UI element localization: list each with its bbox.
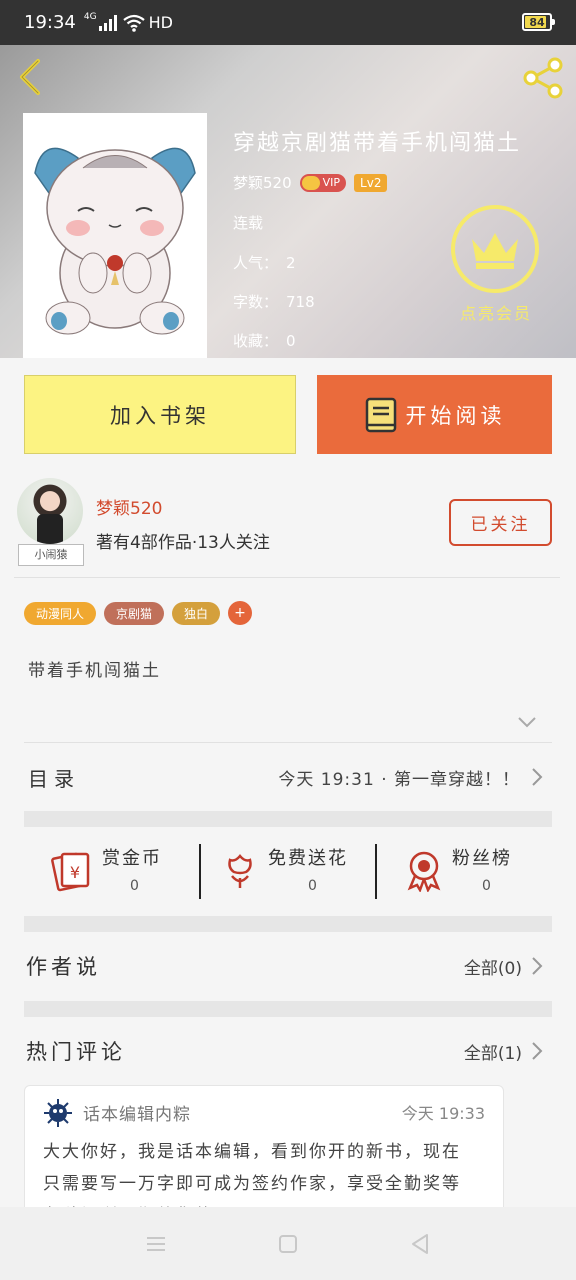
- battery-level: 84: [529, 15, 545, 29]
- system-nav-bar: [0, 1207, 576, 1280]
- avatar[interactable]: [17, 478, 83, 544]
- cat-illustration: [34, 147, 196, 335]
- add-tag-button[interactable]: +: [228, 601, 253, 625]
- hot-comments-all[interactable]: 全部(1): [464, 1039, 522, 1064]
- menu-button[interactable]: [136, 1224, 176, 1264]
- word-count-value: 718: [286, 293, 315, 311]
- start-reading-label: 开始阅读: [405, 403, 506, 428]
- chevron-right-icon: [532, 1042, 543, 1060]
- vip-label: VIP: [322, 176, 341, 189]
- author-says-row[interactable]: 作者说 全部(0): [24, 936, 552, 996]
- medal-icon: [407, 851, 441, 892]
- section-separator: [24, 916, 552, 932]
- free-flowers-title: 免费送花: [268, 848, 348, 869]
- favorites-value: 0: [286, 332, 296, 350]
- member-label[interactable]: 点亮会员: [446, 300, 546, 324]
- author-says-all[interactable]: 全部(0): [464, 954, 522, 979]
- member-button[interactable]: [451, 205, 539, 293]
- reward-coins-value: 0: [130, 878, 139, 894]
- home-icon: [279, 1234, 297, 1253]
- book-intro: 带着手机闯猫土: [28, 661, 161, 681]
- divider: [14, 577, 560, 578]
- book-header: 穿越京剧猫带着手机闯猫土 梦颖520 VIP Lv2 连载 人气： 2 字数： 71…: [0, 45, 576, 358]
- favorites-label: 收藏：: [233, 332, 279, 350]
- book-cover[interactable]: [23, 113, 207, 358]
- book-status: 连载: [233, 214, 264, 232]
- vip-badge: VIP: [299, 173, 347, 192]
- crown-icon: [301, 175, 320, 190]
- section-separator: [24, 811, 552, 827]
- add-to-shelf-button[interactable]: 加入书架: [24, 375, 296, 454]
- chevron-down-icon[interactable]: [516, 714, 538, 730]
- popularity-value: 2: [286, 254, 296, 272]
- chevron-right-icon: [532, 768, 543, 786]
- avatar-tag: 小闹猿: [18, 544, 84, 566]
- word-count-label: 字数：: [233, 293, 279, 311]
- catalog-row[interactable]: 目录 今天 19:31 · 第一章穿越！！: [24, 743, 552, 811]
- home-button[interactable]: [268, 1224, 308, 1264]
- fan-ranking-title: 粉丝榜: [452, 848, 512, 869]
- tag-item[interactable]: 动漫同人: [24, 601, 97, 625]
- signal-icon: [98, 14, 117, 31]
- reward-coins[interactable]: ¥ 赏金币 0: [24, 828, 200, 916]
- comment-card[interactable]: 话本编辑内粽 今天 19:33 大大你好，我是话本编辑，看到你开的新书，现在只需…: [24, 1085, 504, 1225]
- latest-chapter: 今天 19:31 · 第一章穿越！！: [278, 769, 520, 790]
- commenter-name[interactable]: 话本编辑内粽: [83, 1100, 191, 1125]
- back-icon[interactable]: [16, 57, 46, 97]
- menu-icon: [147, 1236, 165, 1251]
- book-title: 穿越京剧猫带着手机闯猫土: [233, 131, 522, 156]
- word-count-row: 字数： 718: [233, 291, 315, 312]
- catalog-label: 目录: [28, 766, 80, 791]
- red-envelope-icon: ¥: [51, 852, 90, 892]
- flower-icon: [228, 854, 252, 888]
- reward-coins-title: 赏金币: [102, 848, 162, 869]
- fan-ranking-value: 0: [482, 878, 491, 894]
- share-icon[interactable]: [520, 55, 566, 101]
- author-card-summary: 著有4部作品·13人关注: [96, 533, 270, 553]
- tag-list: 动漫同人 京剧猫 独白 +: [24, 601, 253, 625]
- author-row: 梦颖520 VIP Lv2: [233, 172, 388, 193]
- section-separator: [24, 1001, 552, 1017]
- hot-comments-title: 热门评论: [26, 1040, 126, 1064]
- author-card-name[interactable]: 梦颖520: [96, 494, 162, 519]
- popularity-label: 人气：: [233, 254, 279, 272]
- fan-ranking[interactable]: 粉丝榜 0: [376, 828, 552, 916]
- wifi-icon: [122, 14, 145, 32]
- status-time: 19:34: [24, 12, 76, 33]
- tag-item[interactable]: 京剧猫: [104, 601, 165, 625]
- back-triangle-icon: [412, 1233, 428, 1254]
- hot-comments-row[interactable]: 热门评论 全部(1): [24, 1021, 552, 1081]
- follow-button[interactable]: 已关注: [449, 499, 552, 546]
- battery-icon: 84: [522, 13, 555, 31]
- author-card: 小闹猿 梦颖520 著有4部作品·13人关注 已关注: [0, 470, 576, 577]
- start-reading-button[interactable]: 开始阅读: [317, 375, 552, 454]
- stats-row: ¥ 赏金币 0 免费送花 0 粉丝榜 0: [24, 828, 552, 916]
- author-name[interactable]: 梦颖520: [233, 172, 292, 193]
- free-flowers[interactable]: 免费送花 0: [200, 828, 376, 916]
- add-to-shelf-label: 加入书架: [110, 403, 210, 428]
- book-icon: [365, 397, 396, 432]
- chevron-right-icon: [532, 957, 543, 975]
- status-bar: 19:34 4G HD 84: [0, 0, 576, 45]
- author-says-title: 作者说: [26, 955, 101, 979]
- tag-item[interactable]: 独白: [172, 601, 221, 625]
- svg-text:¥: ¥: [70, 863, 80, 882]
- commenter-avatar[interactable]: [43, 1098, 73, 1128]
- hd-indicator: HD: [148, 13, 173, 32]
- follow-label: 已关注: [470, 515, 531, 535]
- back-button[interactable]: [400, 1224, 440, 1264]
- free-flowers-value: 0: [308, 878, 317, 894]
- network-type: 4G: [83, 11, 97, 22]
- favorites-row: 收藏： 0: [233, 330, 296, 351]
- crown-icon: [472, 233, 518, 269]
- popularity-row: 人气： 2: [233, 252, 296, 273]
- level-badge: Lv2: [354, 173, 388, 192]
- comment-time: 今天 19:33: [401, 1104, 485, 1123]
